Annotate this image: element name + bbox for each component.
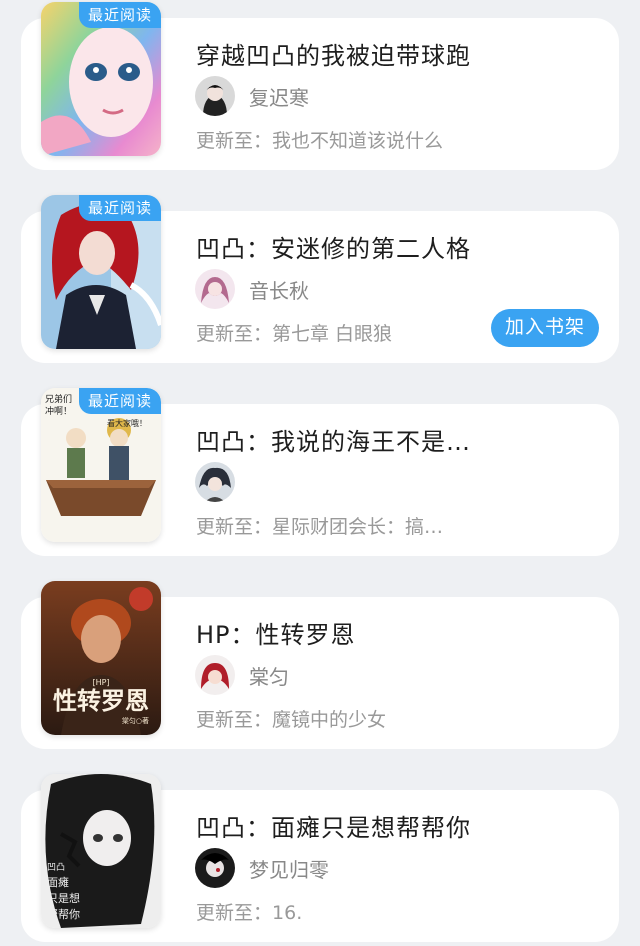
- cover-caption: 棠匀○著: [122, 716, 149, 725]
- author-name[interactable]: 复迟寒: [249, 82, 309, 111]
- latest-chapter[interactable]: 更新至：16.: [196, 898, 302, 925]
- author-avatar[interactable]: [195, 76, 235, 116]
- author-avatar[interactable]: [195, 655, 235, 695]
- recent-read-badge: 最近阅读: [78, 2, 161, 28]
- add-to-bookshelf-button[interactable]: 加入书架: [490, 309, 599, 347]
- book-title[interactable]: HP：性转罗恩: [196, 615, 356, 650]
- cover-caption: 兄弟们: [45, 393, 72, 405]
- recent-read-badge: 最近阅读: [78, 388, 161, 414]
- latest-chapter[interactable]: 更新至：第七章 白眼狼: [196, 319, 392, 346]
- author-avatar[interactable]: [195, 269, 235, 309]
- recent-read-badge: 最近阅读: [78, 195, 161, 221]
- cover-caption: 只是想: [47, 891, 80, 905]
- book-card[interactable]: [HP] 性转罗恩 棠匀○著 HP：性转罗恩 棠匀 更新至：魔镜中的少女: [21, 581, 619, 749]
- book-title[interactable]: 穿越凹凸的我被迫带球跑: [196, 36, 471, 71]
- book-cover[interactable]: 最近阅读: [41, 2, 161, 156]
- cover-caption: 看大家哦！: [107, 418, 147, 428]
- author-name[interactable]: 棠匀: [249, 661, 289, 690]
- book-cover[interactable]: 凹凸 面瘫 只是想 帮帮你: [41, 774, 161, 928]
- book-cover[interactable]: 最近阅读: [41, 195, 161, 349]
- author-name[interactable]: 梦见归零: [249, 854, 329, 883]
- book-cover[interactable]: 兄弟们 冲啊！ 看大家哦！ 最近阅读: [41, 388, 161, 542]
- cover-caption: 冲啊！: [45, 405, 72, 417]
- book-card[interactable]: 兄弟们 冲啊！ 看大家哦！ 最近阅读 凹凸：我说的海王不是… 更新至：星际财团会…: [21, 388, 619, 556]
- book-title[interactable]: 凹凸：我说的海王不是…: [196, 422, 471, 457]
- cover-caption: 面瘫: [47, 875, 69, 889]
- book-title[interactable]: 凹凸：面瘫只是想帮帮你: [196, 808, 471, 843]
- book-card[interactable]: 凹凸 面瘫 只是想 帮帮你 凹凸：面瘫只是想帮帮你 梦见归零 更新至：16.: [21, 774, 619, 942]
- book-title[interactable]: 凹凸：安迷修的第二人格: [196, 229, 471, 264]
- book-cover[interactable]: [HP] 性转罗恩 棠匀○著: [41, 581, 161, 735]
- latest-chapter[interactable]: 更新至：星际财团会长：搞…: [196, 512, 443, 539]
- cover-caption: 性转罗恩: [53, 686, 149, 715]
- author-avatar[interactable]: [195, 848, 235, 888]
- author-avatar[interactable]: [195, 462, 235, 502]
- cover-caption: 帮帮你: [47, 908, 80, 921]
- book-card[interactable]: 最近阅读 凹凸：安迷修的第二人格 音长秋 更新至：第七章 白眼狼 加入书架: [21, 195, 619, 363]
- cover-caption: 凹凸: [47, 862, 65, 873]
- author-name[interactable]: 音长秋: [249, 275, 309, 304]
- book-card[interactable]: 最近阅读 穿越凹凸的我被迫带球跑 复迟寒 更新至：我也不知道该说什么: [21, 2, 619, 170]
- latest-chapter[interactable]: 更新至：我也不知道该说什么: [196, 126, 443, 153]
- latest-chapter[interactable]: 更新至：魔镜中的少女: [196, 705, 386, 732]
